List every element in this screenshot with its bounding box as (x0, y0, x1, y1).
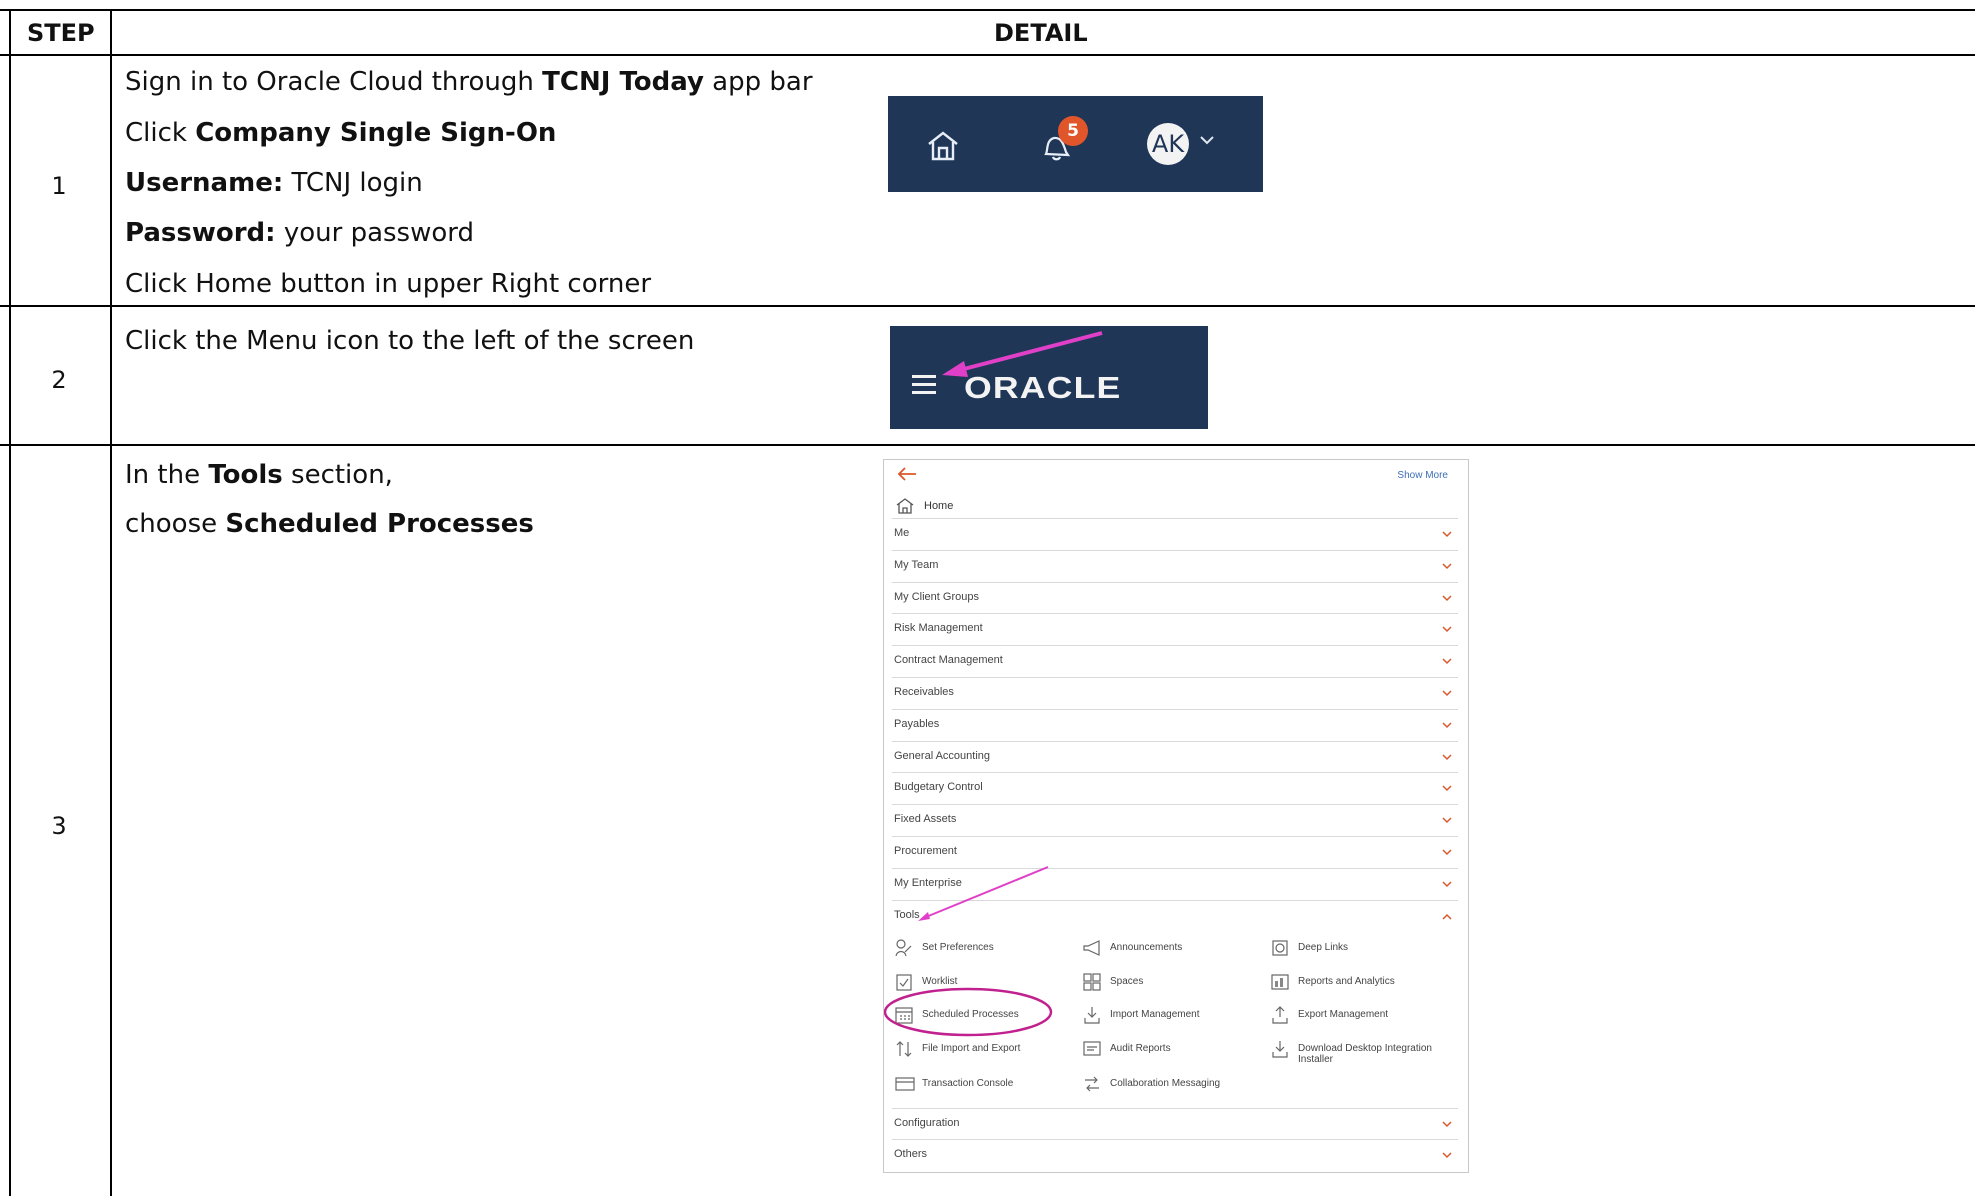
header-bottom-border (0, 54, 1975, 56)
step-number-3: 3 (51, 812, 67, 840)
step2-line: Click the Menu icon to the left of the s… (125, 326, 695, 356)
row2-bottom-border (0, 444, 1975, 446)
oracle-app-bar-screenshot: 5 AK (888, 96, 1263, 192)
pointer-arrow (942, 331, 1103, 377)
step3-line: choose Scheduled Processes (125, 509, 534, 539)
step3-line: In the Tools section, (125, 460, 393, 490)
header-step: STEP (27, 19, 95, 47)
step1-line: Click Home button in upper Right corner (125, 269, 652, 299)
header-detail: DETAIL (994, 19, 1088, 47)
notification-count-badge: 5 (1058, 116, 1088, 146)
step1-line: Click Company Single Sign-On (125, 118, 557, 148)
home-icon[interactable] (926, 130, 960, 162)
step-number-2: 2 (51, 366, 67, 394)
user-avatar[interactable]: AK (1147, 123, 1189, 165)
oracle-header-screenshot: ORACLE (890, 326, 1208, 429)
annotation-overlay (884, 866, 1053, 1037)
chevron-down-icon[interactable] (1199, 134, 1215, 146)
table-top-border (0, 9, 1975, 11)
step1-line: Username: TCNJ login (125, 168, 423, 198)
navigator-menu-screenshot: Show More Home Me My Team My Client Groups… (883, 459, 1469, 1173)
step1-line: Password: your password (125, 218, 475, 248)
step-number-1: 1 (51, 172, 67, 200)
row1-bottom-border (0, 305, 1975, 307)
step1-line: Sign in to Oracle Cloud through TCNJ Tod… (125, 67, 813, 97)
